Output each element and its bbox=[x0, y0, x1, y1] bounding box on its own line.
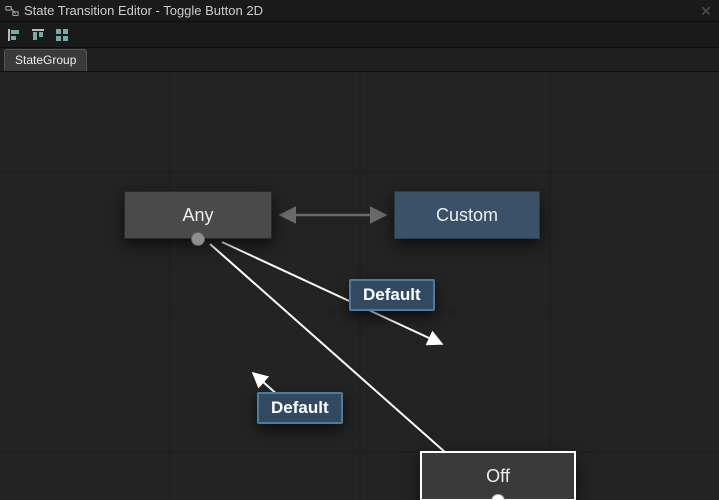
titlebar: State Transition Editor - Toggle Button … bbox=[0, 0, 719, 22]
state-label: Off bbox=[486, 466, 510, 487]
app-icon bbox=[4, 3, 20, 19]
graph-canvas[interactable]: Any Custom Off Default Default bbox=[0, 72, 719, 500]
transition-label-default-1[interactable]: Default bbox=[349, 279, 435, 311]
transition-label-default-2[interactable]: Default bbox=[257, 392, 343, 424]
state-node-off[interactable]: Off bbox=[420, 451, 576, 500]
tab-bar: StateGroup bbox=[0, 48, 719, 72]
align-top-icon bbox=[30, 27, 46, 43]
state-node-custom[interactable]: Custom bbox=[394, 191, 540, 239]
align-left-button[interactable] bbox=[4, 25, 24, 45]
tab-stategroup[interactable]: StateGroup bbox=[4, 49, 87, 71]
align-left-icon bbox=[6, 27, 22, 43]
layout-grid-button[interactable] bbox=[52, 25, 72, 45]
state-label: Any bbox=[182, 205, 213, 226]
close-icon[interactable]: ✕ bbox=[697, 2, 715, 20]
state-label: Custom bbox=[436, 205, 498, 226]
align-top-button[interactable] bbox=[28, 25, 48, 45]
toolbar bbox=[0, 22, 719, 48]
state-node-any[interactable]: Any bbox=[124, 191, 272, 239]
layout-grid-icon bbox=[54, 27, 70, 43]
window-title: State Transition Editor - Toggle Button … bbox=[24, 3, 697, 18]
